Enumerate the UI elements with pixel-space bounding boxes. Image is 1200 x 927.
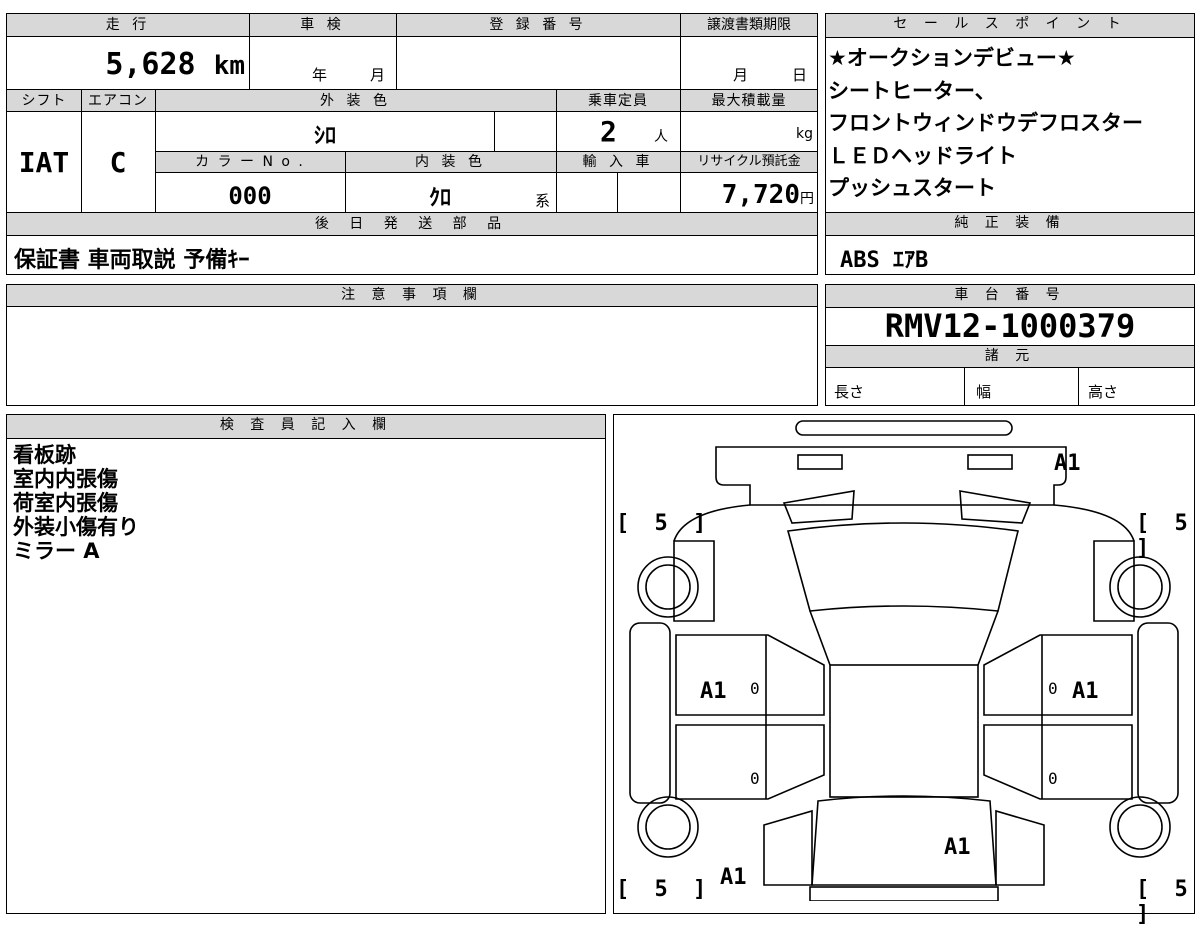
interior-color-header: 内 装 色 [415,154,486,170]
tire-top-right: [ 5 ] [1136,511,1194,561]
later-shipping-value: 保証書 車両取説 予備ｷｰ [14,248,250,273]
sales-points-box: セ ー ル ス ポ イ ン ト ★オークションデビュー★ シートヒーター、 フロ… [825,13,1195,275]
sales-point-line: プッシュスタート [828,176,996,200]
chassis-number: RMV12-1000379 [884,307,1136,345]
color-no-header: カ ラ ー N o . [195,154,305,170]
notes-header: 注 意 事 項 欄 [7,285,817,307]
inspection-month: 月 [370,66,386,84]
max-load-header: 最大積載量 [711,93,787,109]
notes-box: 注 意 事 項 欄 [6,284,818,406]
sales-point-line: ＬＥＤヘッドライト [828,143,1017,168]
width-label: 幅 [976,383,992,401]
transfer-month: 月 [733,66,749,84]
mileage-value: 5,628 km [105,47,245,82]
shift-value: IAT [18,146,70,179]
inspection-year: 年 [312,66,328,84]
recycle-value: 7,720円 [721,180,814,210]
interior-color-value: ｸﾛ [428,186,451,211]
height-label: 高さ [1088,383,1119,401]
registration-header: 登 録 番 号 [489,17,587,33]
mark-front-right: A1 [1054,451,1081,476]
sales-point-line: ★オークションデビュー★ [828,46,1076,70]
zero-left-upper: 0 [750,679,760,698]
chassis-header: 車 台 番 号 [826,285,1194,308]
inspector-line: 看板跡 [13,443,76,467]
mark-rear-left: A1 [720,865,747,890]
inspector-line: 荷室内張傷 [13,491,118,515]
length-label: 長さ [834,383,865,401]
transfer-deadline-header: 譲渡書類期限 [707,17,791,33]
inspector-header: 検 査 員 記 入 欄 [7,415,605,439]
car-diagram-box: A1 A1 A1 A1 A1 [ 5 ] [ 5 ] [ 5 ] [ 5 ] 0… [613,414,1195,927]
tire-bottom-right: [ 5 ] [1136,877,1194,927]
inspection-header: 車 検 [300,17,345,33]
zero-right-upper: 0 [1048,679,1058,698]
sales-points-header: セ ー ル ス ポ イ ン ト [826,14,1194,38]
exterior-color-header: 外 装 色 [320,93,391,109]
recycle-header: リサイクル預託金 [697,154,801,169]
aircon-header: エアコン [88,93,148,109]
exterior-color-value: ｼﾛ [313,124,336,149]
mark-left-door: A1 [700,679,727,704]
inspector-line: 外装小傷有り [13,515,139,539]
inspector-line: 室内内張傷 [13,467,118,491]
tire-bottom-left: [ 5 ] [616,877,713,902]
tire-top-left: [ 5 ] [616,511,713,536]
later-shipping-header: 後 日 発 送 部 品 [314,216,510,232]
mileage-header: 走 行 [105,17,151,33]
sales-point-line: シートヒーター、 [828,78,996,103]
interior-color-suffix: 系 [535,192,551,210]
standard-equipment-value: ABS ｴｱB [840,248,929,273]
mark-rear-center: A1 [944,835,971,860]
capacity-unit: 人 [654,129,668,145]
color-no-value: 000 [228,182,272,210]
aircon-value: C [109,146,127,179]
chassis-box: 車 台 番 号 RMV12-1000379 諸 元 長さ 幅 高さ [825,284,1195,406]
capacity-header: 乗車定員 [588,93,648,109]
mark-right-door: A1 [1072,679,1099,704]
sales-point-line: フロントウィンドウデフロスター [828,111,1143,135]
specs-header: 諸 元 [826,345,1194,368]
inspector-notes: 看板跡 室内内張傷 荷室内張傷 外装小傷有り ミラー A [13,443,139,563]
car-outline [629,420,1179,901]
max-load-unit: kg [796,126,813,142]
standard-equipment-header: 純 正 装 備 [826,212,1194,236]
transfer-day: 日 [792,66,808,84]
zero-left-lower: 0 [750,769,760,788]
sales-points-list: ★オークションデビュー★ シートヒーター、 フロントウィンドウデフロスター ＬＥ… [826,42,1143,205]
import-header: 輸 入 車 [582,154,654,170]
shift-header: シフト [21,93,67,109]
inspector-box: 検 査 員 記 入 欄 看板跡 室内内張傷 荷室内張傷 外装小傷有り ミラー A [6,414,606,914]
capacity-value: 2 [600,115,617,148]
zero-right-lower: 0 [1048,769,1058,788]
inspector-line: ミラー A [13,539,100,563]
